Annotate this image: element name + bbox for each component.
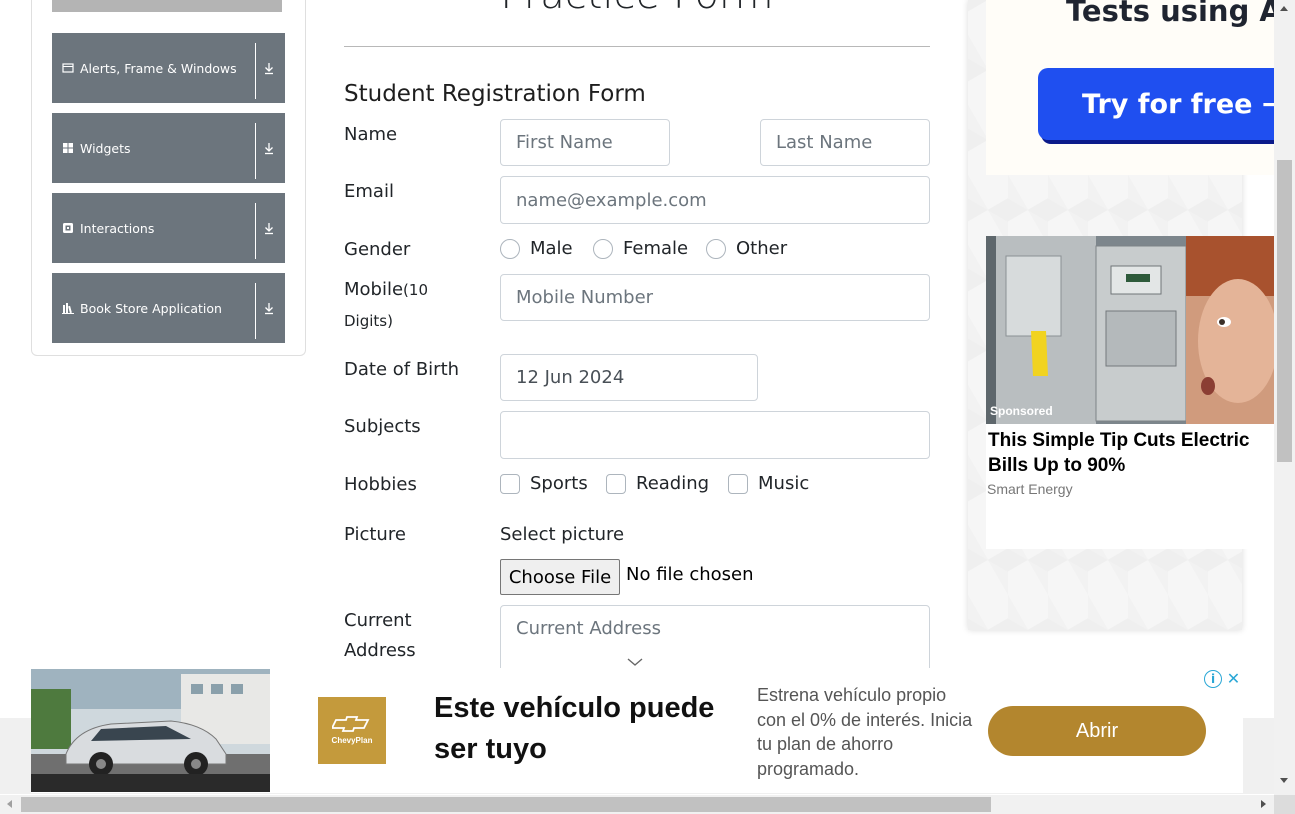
- sidebar-group-alerts[interactable]: Alerts, Frame & Windows: [52, 33, 285, 103]
- form-heading: Student Registration Form: [344, 81, 646, 107]
- chevrolet-bowtie-icon: [332, 716, 370, 732]
- hobby-checkbox-sports[interactable]: Sports: [500, 473, 588, 494]
- download-arrow-icon[interactable]: [262, 140, 276, 156]
- radio-label: Female: [623, 238, 689, 259]
- divider: [255, 203, 256, 259]
- subjects-input[interactable]: [500, 411, 930, 459]
- gender-radio-other[interactable]: Other: [706, 238, 787, 259]
- radio-circle[interactable]: [500, 238, 520, 259]
- download-arrow-icon[interactable]: [262, 220, 276, 236]
- car-photo[interactable]: [31, 669, 270, 792]
- bottom-ad-body: Estrena vehículo propio con el 0% de int…: [757, 685, 973, 779]
- ad-banner-top[interactable]: Tests using A Try for free →: [986, 0, 1274, 175]
- hobby-checkbox-reading[interactable]: Reading: [606, 473, 709, 494]
- grid-icon: [62, 142, 74, 154]
- title-divider: [344, 46, 930, 47]
- checkbox-box[interactable]: [500, 473, 520, 494]
- checkbox-label: Sports: [530, 473, 588, 494]
- scroll-down-arrow-icon[interactable]: [1280, 778, 1288, 783]
- sidebar-group-widgets[interactable]: Widgets: [52, 113, 285, 183]
- ad-info-icon[interactable]: i: [1204, 670, 1222, 688]
- abrir-button[interactable]: Abrir: [988, 706, 1206, 756]
- ad-close-icon[interactable]: ✕: [1224, 669, 1243, 688]
- scroll-up-arrow-icon[interactable]: [1280, 6, 1288, 11]
- gender-radio-female[interactable]: Female: [593, 238, 688, 259]
- sidebar-group-interactions[interactable]: Interactions: [52, 193, 285, 263]
- dob-label: Date of Birth: [344, 359, 460, 380]
- try-for-free-button[interactable]: Try for free →: [1038, 68, 1274, 140]
- file-status: No file chosen: [626, 564, 754, 585]
- email-input[interactable]: name@example.com: [500, 176, 930, 224]
- radio-label: Male: [530, 238, 573, 259]
- sponsored-ad-card[interactable]: Sponsored This Simple Tip Cuts Electric …: [986, 236, 1274, 549]
- picture-label: Picture: [344, 524, 406, 545]
- dob-input[interactable]: 12 Jun 2024: [500, 354, 758, 401]
- chevyplan-logo-text: ChevyPlan: [331, 736, 373, 745]
- radio-circle[interactable]: [593, 238, 613, 259]
- ad-source: Smart Energy: [987, 481, 1073, 497]
- download-arrow-icon[interactable]: [262, 60, 276, 76]
- divider: [255, 43, 256, 99]
- gender-radio-male[interactable]: Male: [500, 238, 573, 259]
- ad-headline[interactable]: This Simple Tip Cuts Electric Bills Up t…: [988, 428, 1274, 478]
- mobile-hint-digits: Digits): [344, 312, 393, 330]
- interactions-icon: [62, 222, 74, 234]
- sponsored-label: Sponsored: [990, 404, 1053, 418]
- choose-file-button[interactable]: Choose File: [500, 559, 620, 595]
- divider: [255, 283, 256, 339]
- checkbox-label: Reading: [636, 473, 710, 494]
- subjects-label: Subjects: [344, 416, 421, 437]
- page-title: Practice Form: [344, 0, 930, 18]
- divider: [255, 123, 256, 179]
- sidebar-item-partial[interactable]: [52, 0, 282, 12]
- ad-photo[interactable]: Sponsored: [986, 236, 1274, 424]
- first-name-input[interactable]: First Name: [500, 119, 670, 166]
- hobbies-label: Hobbies: [344, 474, 417, 495]
- mobile-hint: (10: [403, 281, 428, 299]
- name-label: Name: [344, 124, 398, 145]
- sidebar-group-book-store[interactable]: Book Store Application: [52, 273, 285, 343]
- checkbox-box[interactable]: [728, 473, 748, 494]
- address-label-line1: Current: [344, 610, 412, 631]
- scrollbar-corner: [1274, 795, 1295, 814]
- checkbox-box[interactable]: [606, 473, 626, 494]
- radio-label: Other: [736, 238, 788, 259]
- bottom-ad-banner[interactable]: ChevyPlan Este vehículo puede ser tuyo E…: [31, 668, 1243, 793]
- mobile-label-text: Mobile: [344, 279, 404, 300]
- checkbox-label: Music: [758, 473, 810, 494]
- address-label-line2: Address: [344, 640, 416, 661]
- mobile-label: Mobile(10: [344, 275, 428, 305]
- horizontal-scroll-thumb[interactable]: [21, 797, 991, 812]
- mobile-input[interactable]: Mobile Number: [500, 274, 930, 321]
- ad-top-text: Tests using A: [1066, 0, 1274, 28]
- scroll-left-arrow-icon[interactable]: [7, 800, 12, 808]
- email-label: Email: [344, 181, 394, 202]
- vertical-scroll-thumb[interactable]: [1277, 160, 1292, 462]
- chevyplan-logo[interactable]: ChevyPlan: [318, 697, 386, 764]
- gender-label: Gender: [344, 239, 411, 260]
- scroll-right-arrow-icon[interactable]: [1261, 800, 1266, 808]
- window-icon: [62, 62, 74, 74]
- select-picture-label: Select picture: [500, 524, 625, 545]
- radio-circle[interactable]: [706, 238, 726, 259]
- books-icon: [62, 302, 74, 314]
- last-name-input[interactable]: Last Name: [760, 119, 930, 166]
- hobby-checkbox-music[interactable]: Music: [728, 473, 809, 494]
- download-arrow-icon[interactable]: [262, 300, 276, 316]
- bottom-ad-headline[interactable]: Este vehículo puede ser tuyo: [434, 688, 734, 770]
